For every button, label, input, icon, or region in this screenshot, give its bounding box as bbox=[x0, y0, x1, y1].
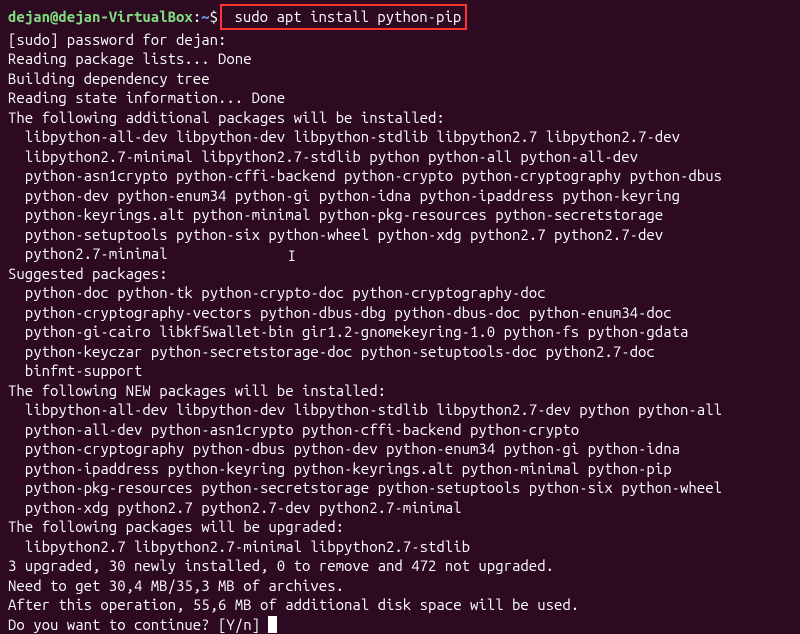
package-list-line: python-all-dev python-asn1crypto python-… bbox=[8, 420, 792, 440]
prompt-dollar: $ bbox=[210, 8, 218, 25]
prompt-user-host: dejan@dejan-VirtualBox bbox=[8, 8, 193, 25]
prompt-path: ~ bbox=[201, 8, 209, 25]
output-line: After this operation, 55,6 MB of additio… bbox=[8, 595, 792, 615]
package-list-line: python-cryptography-vectors python-dbus-… bbox=[8, 303, 792, 323]
output-line: Building dependency tree bbox=[8, 69, 792, 89]
package-list-line: python-asn1crypto python-cffi-backend py… bbox=[8, 166, 792, 186]
output-line: The following NEW packages will be insta… bbox=[8, 381, 792, 401]
output-line: The following packages will be upgraded: bbox=[8, 517, 792, 537]
package-list-line: libpython-all-dev libpython-dev libpytho… bbox=[8, 400, 792, 420]
continue-prompt-line[interactable]: Do you want to continue? [Y/n] bbox=[8, 615, 792, 634]
package-list-line: libpython2.7-minimal libpython2.7-stdlib… bbox=[8, 147, 792, 167]
package-list-line: binfmt-support bbox=[8, 361, 792, 381]
output-line: 3 upgraded, 30 newly installed, 0 to rem… bbox=[8, 556, 792, 576]
package-list-line: python-keyrings.alt python-minimal pytho… bbox=[8, 205, 792, 225]
text-cursor-icon: I bbox=[288, 246, 296, 266]
prompt-line: dejan@dejan-VirtualBox:~$ sudo apt insta… bbox=[8, 4, 792, 30]
package-list-line: libpython-all-dev libpython-dev libpytho… bbox=[8, 127, 792, 147]
package-list-line: python2.7-minimal I bbox=[8, 244, 792, 264]
continue-prompt-text: Do you want to continue? [Y/n] bbox=[8, 616, 268, 633]
package-list-line: python-xdg python2.7 python2.7-dev pytho… bbox=[8, 498, 792, 518]
output-line: Reading package lists... Done bbox=[8, 49, 792, 69]
output-line: Reading state information... Done bbox=[8, 88, 792, 108]
package-list-line: python-keyczar python-secretstorage-doc … bbox=[8, 342, 792, 362]
package-list-line: python-cryptography python-dbus python-d… bbox=[8, 439, 792, 459]
cursor-icon bbox=[268, 616, 277, 633]
package-list-line: python-doc python-tk python-crypto-doc p… bbox=[8, 283, 792, 303]
output-line: Need to get 30,4 MB/35,3 MB of archives. bbox=[8, 576, 792, 596]
prompt-colon: : bbox=[193, 8, 201, 25]
package-list-line: python-pkg-resources python-secretstorag… bbox=[8, 478, 792, 498]
command-highlight: sudo apt install python-pip bbox=[220, 4, 467, 30]
package-list-line: python-dev python-enum34 python-gi pytho… bbox=[8, 186, 792, 206]
output-line: Suggested packages: bbox=[8, 264, 792, 284]
package-list-line: libpython2.7 libpython2.7-minimal libpyt… bbox=[8, 537, 792, 557]
command-text: sudo apt install python-pip bbox=[226, 8, 461, 25]
package-list-line: python-setuptools python-six python-whee… bbox=[8, 225, 792, 245]
output-line: [sudo] password for dejan: bbox=[8, 30, 792, 50]
package-text: python-setuptools python-six python-whee… bbox=[25, 226, 663, 243]
package-list-line: python-ipaddress python-keyring python-k… bbox=[8, 459, 792, 479]
package-list-line: python-gi-cairo libkf5wallet-bin gir1.2-… bbox=[8, 322, 792, 342]
output-line: The following additional packages will b… bbox=[8, 108, 792, 128]
package-text: python2.7-minimal bbox=[25, 245, 168, 262]
